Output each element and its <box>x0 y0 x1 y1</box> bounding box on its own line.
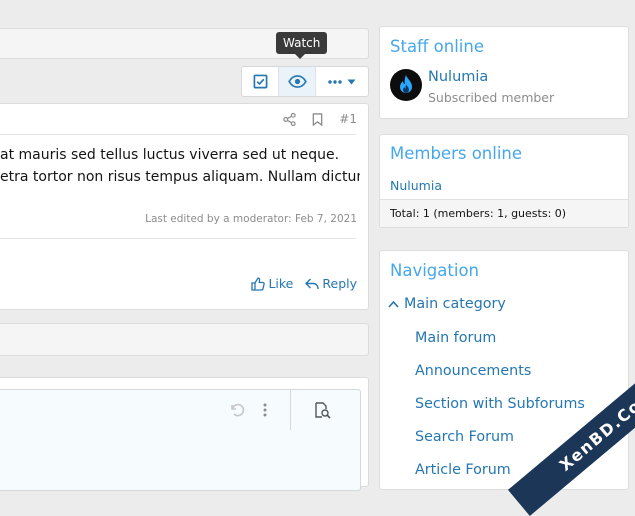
navigation-title: Navigation <box>390 261 479 280</box>
reply-button[interactable]: Reply <box>305 276 357 291</box>
nav-item-announcements[interactable]: Announcements <box>415 363 531 379</box>
quick-reply-block <box>0 377 369 491</box>
flame-icon <box>400 75 412 93</box>
nav-item-search-forum[interactable]: Search Forum <box>415 429 514 445</box>
post-header-divider <box>0 134 356 135</box>
staff-online-title[interactable]: Staff online <box>390 37 484 56</box>
preview-icon[interactable] <box>314 402 331 419</box>
editor-toolbar-divider <box>290 389 291 430</box>
like-label: Like <box>268 276 294 291</box>
nav-category-label: Main category <box>404 296 506 312</box>
thumbs-up-icon <box>251 276 266 291</box>
nav-item-section-with-subforums[interactable]: Section with Subforums <box>415 396 585 412</box>
share-icon[interactable] <box>283 112 296 126</box>
more-options-button[interactable] <box>316 67 368 96</box>
thread-footer-bar <box>0 323 369 356</box>
post-number-link[interactable]: #1 <box>339 112 357 126</box>
members-online-footer: Total: 1 (members: 1, guests: 0) <box>380 199 628 227</box>
post-body-line: at mauris sed tellus luctus viverra sed … <box>0 147 340 163</box>
reply-icon <box>305 278 320 289</box>
thread-toolbar <box>241 66 369 97</box>
reply-label: Reply <box>322 276 357 291</box>
last-edited-note: Last edited by a moderator: Feb 7, 2021 <box>145 213 357 225</box>
members-online-title[interactable]: Members online <box>390 144 522 163</box>
nav-category[interactable]: Main category <box>388 296 506 312</box>
like-button[interactable]: Like <box>251 276 293 291</box>
online-member-link[interactable]: Nulumia <box>390 178 442 193</box>
post-body-line: etra tortor non risus tempus aliquam. Nu… <box>0 169 360 185</box>
avatar[interactable] <box>390 69 422 101</box>
vertical-ellipsis-icon[interactable] <box>263 403 267 417</box>
post-body: at mauris sed tellus luctus viverra sed … <box>0 144 360 188</box>
members-online-block: Members online Nulumia Total: 1 (members… <box>379 134 629 228</box>
watch-button[interactable] <box>279 67 316 96</box>
eye-icon <box>287 75 307 88</box>
chevron-up-icon <box>388 300 399 308</box>
ellipsis-icon <box>328 79 342 84</box>
staff-online-block: Staff online Nulumia Subscribed member <box>379 26 629 119</box>
multiquote-button[interactable] <box>242 67 279 96</box>
watch-tooltip: Watch <box>276 32 328 59</box>
nav-item-main-forum[interactable]: Main forum <box>415 330 496 346</box>
online-stats: Total: 1 (members: 1, guests: 0) <box>390 207 567 220</box>
post-meta: #1 <box>283 112 357 126</box>
staff-member-title: Subscribed member <box>428 90 555 105</box>
chevron-down-icon <box>347 79 356 84</box>
staff-member-name[interactable]: Nulumia <box>428 69 488 85</box>
bookmark-icon[interactable] <box>312 112 323 126</box>
post-footer-divider <box>0 238 356 239</box>
check-square-icon <box>253 74 267 89</box>
undo-icon[interactable] <box>229 402 245 418</box>
post-actions: Like Reply <box>251 276 357 291</box>
